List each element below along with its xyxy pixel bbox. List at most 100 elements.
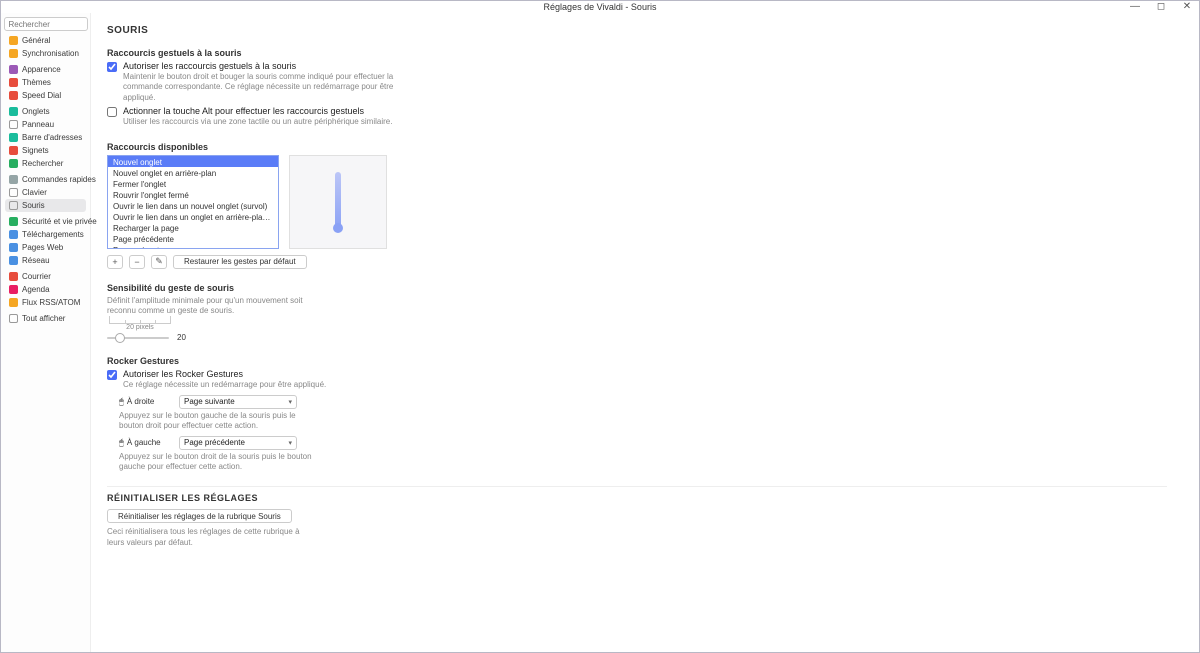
sidebar-item-label: Flux RSS/ATOM	[22, 298, 80, 307]
sidebar-item-label: Tout afficher	[22, 314, 65, 323]
downloads-icon	[9, 230, 18, 239]
minimize-button[interactable]: —	[1127, 1, 1143, 12]
reset-title: RÉINITIALISER LES RÉGLAGES	[107, 493, 1167, 503]
sidebar-item-downloads[interactable]: Téléchargements	[5, 228, 86, 241]
mouse-icon: 🖱	[119, 438, 124, 448]
network-icon	[9, 256, 18, 265]
sidebar-item-label: Signets	[22, 146, 49, 155]
rocker-left-desc: Appuyez sur le bouton droit de la souris…	[119, 452, 319, 473]
rocker-right-row: 🖱 À droite Page suivante ▾	[119, 395, 507, 409]
maximize-button[interactable]: ◻	[1153, 1, 1169, 12]
list-item[interactable]: Fermer l'onglet	[108, 178, 278, 189]
search-icon	[9, 159, 18, 168]
calendar-icon	[9, 285, 18, 294]
themes-icon	[9, 78, 18, 87]
sidebar-item-privacy[interactable]: Sécurité et vie privée	[5, 215, 86, 228]
sidebar-item-appearance[interactable]: Apparence	[5, 63, 86, 76]
sidebar: Général Synchronisation Apparence Thèmes Spe…	[1, 13, 91, 652]
sidebar-item-network[interactable]: Réseau	[5, 254, 86, 267]
sidebar-item-speed-dial[interactable]: Speed Dial	[5, 89, 86, 102]
sidebar-item-label: Clavier	[22, 188, 47, 197]
reset-button[interactable]: Réinitialiser les réglages de la rubriqu…	[107, 509, 292, 523]
sidebar-item-bookmarks[interactable]: Signets	[5, 144, 86, 157]
list-item[interactable]: Recharger la page	[108, 222, 278, 233]
sidebar-item-general[interactable]: Général	[5, 34, 86, 47]
alt-gestures-checkbox[interactable]	[107, 107, 117, 117]
sidebar-item-label: Speed Dial	[22, 91, 61, 100]
reset-desc: Ceci réinitialisera tous les réglages de…	[107, 527, 307, 548]
search-input[interactable]	[4, 17, 88, 31]
allow-rocker-desc: Ce réglage nécessite un redémarrage pour…	[123, 380, 383, 390]
list-item[interactable]: Nouvel onglet	[108, 156, 278, 167]
shortcuts-section: Raccourcis disponibles Nouvel ongletNouv…	[107, 142, 507, 269]
list-item[interactable]: Ouvrir le lien dans un onglet en arrière…	[108, 211, 278, 222]
page-title: SOURIS	[107, 25, 1183, 36]
allow-rocker-label: Autoriser les Rocker Gestures	[123, 369, 507, 379]
tabs-icon	[9, 107, 18, 116]
mail-icon	[9, 272, 18, 281]
sidebar-item-label: Réseau	[22, 256, 50, 265]
rocker-left-label: À gauche	[127, 438, 161, 447]
sidebar-item-label: Agenda	[22, 285, 50, 294]
gestures-section: Raccourcis gestuels à la souris Autorise…	[107, 48, 507, 128]
allow-rocker-checkbox[interactable]	[107, 370, 117, 380]
sidebar-item-label: Synchronisation	[22, 49, 79, 58]
list-item[interactable]: Page suivante	[108, 244, 278, 249]
sidebar-item-label: Barre d'adresses	[22, 133, 82, 142]
quick-commands-icon	[9, 175, 18, 184]
restore-gestures-button[interactable]: Restaurer les gestes par défaut	[173, 255, 307, 269]
list-item[interactable]: Ouvrir le lien dans un nouvel onglet (su…	[108, 200, 278, 211]
sensitivity-desc: Définit l'amplitude minimale pour qu'un …	[107, 296, 307, 317]
rocker-left-value: Page précédente	[184, 438, 245, 447]
close-button[interactable]: ✕	[1179, 1, 1195, 12]
rocker-right-select[interactable]: Page suivante ▾	[179, 395, 297, 409]
shortcuts-title: Raccourcis disponibles	[107, 142, 507, 152]
list-item[interactable]: Nouvel onglet en arrière-plan	[108, 167, 278, 178]
list-item[interactable]: Page précédente	[108, 233, 278, 244]
list-item[interactable]: Rouvrir l'onglet fermé	[108, 189, 278, 200]
sidebar-item-label: Commandes rapides	[22, 175, 96, 184]
sidebar-item-address-bar[interactable]: Barre d'adresses	[5, 131, 86, 144]
sidebar-item-panel[interactable]: Panneau	[5, 118, 86, 131]
sidebar-item-themes[interactable]: Thèmes	[5, 76, 86, 89]
rocker-title: Rocker Gestures	[107, 356, 507, 366]
allow-gestures-row: Autoriser les raccourcis gestuels à la s…	[107, 61, 507, 103]
rocker-right-desc: Appuyez sur le bouton gauche de la souri…	[119, 411, 319, 432]
shortcuts-listbox[interactable]: Nouvel ongletNouvel onglet en arrière-pl…	[107, 155, 279, 249]
rocker-section: Rocker Gestures Autoriser les Rocker Ges…	[107, 356, 507, 472]
content-area: SOURIS Raccourcis gestuels à la souris A…	[91, 13, 1199, 652]
titlebar: Réglages de Vivaldi - Souris — ◻ ✕	[1, 1, 1199, 13]
privacy-icon	[9, 217, 18, 226]
feeds-icon	[9, 298, 18, 307]
gesture-preview	[289, 155, 387, 249]
sidebar-item-mail[interactable]: Courrier	[5, 270, 86, 283]
sidebar-item-feeds[interactable]: Flux RSS/ATOM	[5, 296, 86, 309]
sidebar-item-quick-commands[interactable]: Commandes rapides	[5, 173, 86, 186]
sidebar-item-label: Onglets	[22, 107, 50, 116]
sidebar-item-show-all[interactable]: Tout afficher	[5, 312, 86, 325]
sidebar-item-mouse[interactable]: Souris	[5, 199, 86, 212]
reset-section: RÉINITIALISER LES RÉGLAGES Réinitialiser…	[107, 493, 1167, 548]
add-gesture-button[interactable]: +	[107, 255, 123, 269]
panel-icon	[9, 120, 18, 129]
rocker-left-select[interactable]: Page précédente ▾	[179, 436, 297, 450]
bookmarks-icon	[9, 146, 18, 155]
sidebar-item-keyboard[interactable]: Clavier	[5, 186, 86, 199]
sidebar-item-label: Apparence	[22, 65, 61, 74]
edit-gesture-button[interactable]: ✎	[151, 255, 167, 269]
sensitivity-slider[interactable]	[107, 337, 169, 339]
sidebar-item-search[interactable]: Rechercher	[5, 157, 86, 170]
sidebar-item-webpages[interactable]: Pages Web	[5, 241, 86, 254]
remove-gesture-button[interactable]: −	[129, 255, 145, 269]
sidebar-item-tabs[interactable]: Onglets	[5, 105, 86, 118]
sidebar-item-sync[interactable]: Synchronisation	[5, 47, 86, 60]
alt-gestures-desc: Utiliser les raccourcis via une zone tac…	[123, 117, 403, 127]
alt-gestures-row: Actionner la touche Alt pour effectuer l…	[107, 106, 507, 127]
sidebar-item-calendar[interactable]: Agenda	[5, 283, 86, 296]
rocker-right-label: À droite	[127, 397, 155, 406]
rocker-right-value: Page suivante	[184, 397, 235, 406]
speed-dial-icon	[9, 91, 18, 100]
gestures-title: Raccourcis gestuels à la souris	[107, 48, 507, 58]
sidebar-item-label: Sécurité et vie privée	[22, 217, 97, 226]
allow-gestures-checkbox[interactable]	[107, 62, 117, 72]
